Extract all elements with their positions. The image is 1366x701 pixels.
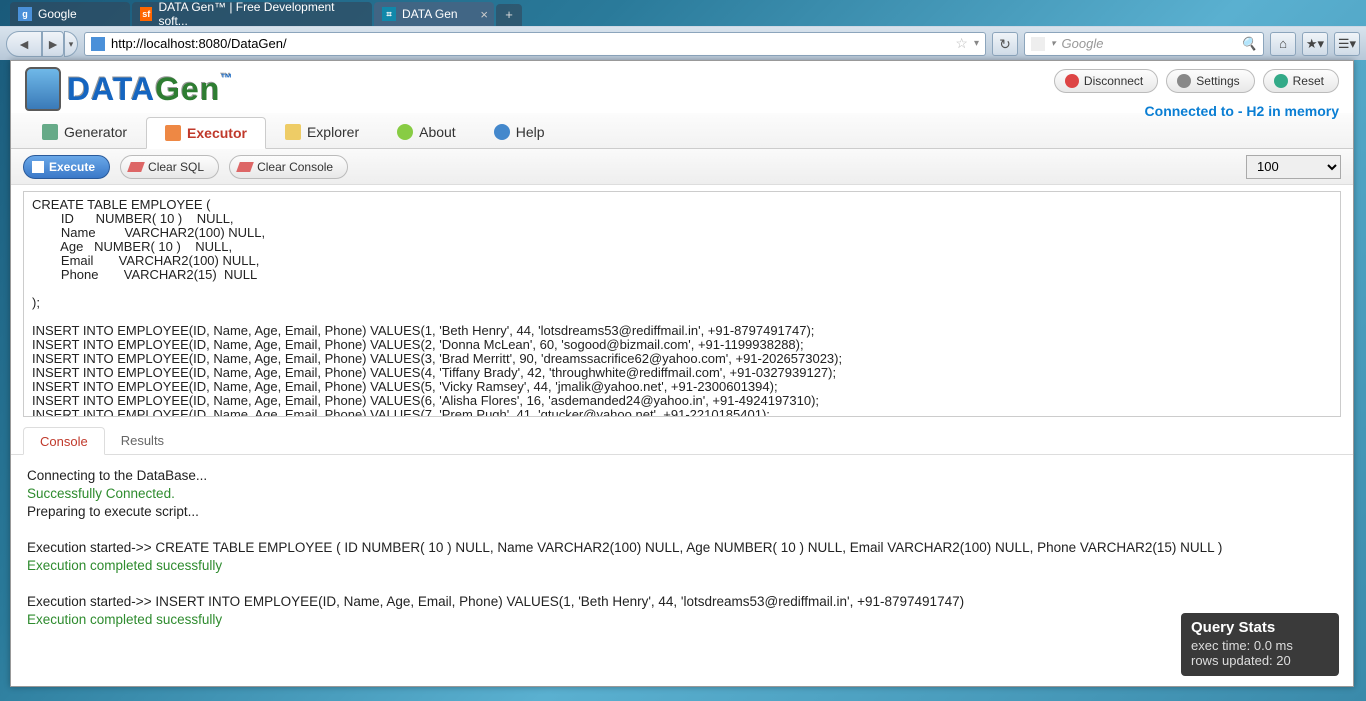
url-input[interactable] xyxy=(111,36,949,51)
favicon-icon: sf xyxy=(140,7,152,21)
app-content: DATAGen™ Disconnect Settings Reset Conne… xyxy=(10,60,1354,687)
browser-tab-active[interactable]: ⌗DATA Gen× xyxy=(374,2,494,26)
home-icon xyxy=(42,124,58,140)
console-line xyxy=(27,521,1337,539)
reset-button[interactable]: Reset xyxy=(1263,69,1339,93)
stats-rows: rows updated: 20 xyxy=(1191,653,1329,668)
gear-icon xyxy=(1177,74,1191,88)
history-dropdown[interactable]: ▾ xyxy=(64,31,78,57)
clear-console-button[interactable]: Clear Console xyxy=(229,155,348,179)
tab-console[interactable]: Console xyxy=(23,427,105,455)
about-icon xyxy=(397,124,413,140)
tab-results[interactable]: Results xyxy=(105,426,180,454)
disconnect-icon xyxy=(1065,74,1079,88)
executor-icon xyxy=(165,125,181,141)
app-logo: DATAGen™ xyxy=(25,67,233,111)
settings-button[interactable]: Settings xyxy=(1166,69,1254,93)
url-bar[interactable]: ☆ ▾ xyxy=(84,32,986,56)
browser-toolbar: ◄ ► ▾ ☆ ▾ ↻ ▾Google🔍 ⌂ ★▾ ☰▾ xyxy=(0,26,1366,60)
bookmark-icon[interactable]: ☆ xyxy=(955,35,968,52)
console-line: Execution completed sucessfully xyxy=(27,611,1337,629)
logo-icon xyxy=(25,67,61,111)
browser-tab-strip: gGoogle sfDATA Gen™ | Free Development s… xyxy=(0,0,1366,26)
reload-button[interactable]: ↻ xyxy=(992,32,1018,56)
new-tab-button[interactable]: + xyxy=(496,4,522,26)
console-output: Connecting to the DataBase...Successfull… xyxy=(11,455,1353,686)
stats-title: Query Stats xyxy=(1191,619,1329,636)
sql-textarea[interactable] xyxy=(24,192,1340,416)
row-limit-select[interactable]: 100 xyxy=(1246,155,1341,179)
console-line: Execution started->> INSERT INTO EMPLOYE… xyxy=(27,593,1337,611)
eraser-icon xyxy=(127,162,145,172)
dropdown-icon[interactable]: ▾ xyxy=(974,38,979,49)
search-drop-icon[interactable]: ▾ xyxy=(1051,38,1056,49)
console-line xyxy=(27,575,1337,593)
console-line: Successfully Connected. xyxy=(27,485,1337,503)
console-line: Execution started->> CREATE TABLE EMPLOY… xyxy=(27,539,1337,557)
browser-tab[interactable]: sfDATA Gen™ | Free Development soft... xyxy=(132,2,372,26)
search-icon[interactable]: 🔍 xyxy=(1241,36,1257,52)
executor-toolbar: Execute Clear SQL Clear Console 100 xyxy=(11,149,1353,185)
sql-editor xyxy=(23,191,1341,417)
search-box[interactable]: ▾Google🔍 xyxy=(1024,32,1264,56)
console-line: Connecting to the DataBase... xyxy=(27,467,1337,485)
google-icon xyxy=(1031,37,1045,51)
stats-exec-time: exec time: 0.0 ms xyxy=(1191,638,1329,653)
app-header: DATAGen™ Disconnect Settings Reset Conne… xyxy=(11,61,1353,121)
close-icon[interactable]: × xyxy=(480,7,488,22)
folder-icon xyxy=(285,124,301,140)
console-line: Preparing to execute script... xyxy=(27,503,1337,521)
site-icon xyxy=(91,37,105,51)
menu-button[interactable]: ☰▾ xyxy=(1334,32,1360,56)
execute-button[interactable]: Execute xyxy=(23,155,110,179)
clear-sql-button[interactable]: Clear SQL xyxy=(120,155,219,179)
forward-button[interactable]: ► xyxy=(42,31,64,57)
console-line: Execution completed sucessfully xyxy=(27,557,1337,575)
browser-tab[interactable]: gGoogle xyxy=(10,2,130,26)
back-button[interactable]: ◄ xyxy=(6,31,42,57)
run-icon xyxy=(32,161,44,173)
reset-icon xyxy=(1274,74,1288,88)
tab-executor[interactable]: Executor xyxy=(146,117,266,149)
bookmarks-button[interactable]: ★▾ xyxy=(1302,32,1328,56)
home-button[interactable]: ⌂ xyxy=(1270,32,1296,56)
result-tabs: Console Results xyxy=(11,423,1353,455)
eraser-icon xyxy=(236,162,254,172)
favicon-icon: ⌗ xyxy=(382,7,396,21)
disconnect-button[interactable]: Disconnect xyxy=(1054,69,1158,93)
connection-status: Connected to - H2 in memory xyxy=(1054,103,1339,119)
help-icon xyxy=(494,124,510,140)
query-stats: Query Stats exec time: 0.0 ms rows updat… xyxy=(1181,613,1339,676)
favicon-icon: g xyxy=(18,7,32,21)
